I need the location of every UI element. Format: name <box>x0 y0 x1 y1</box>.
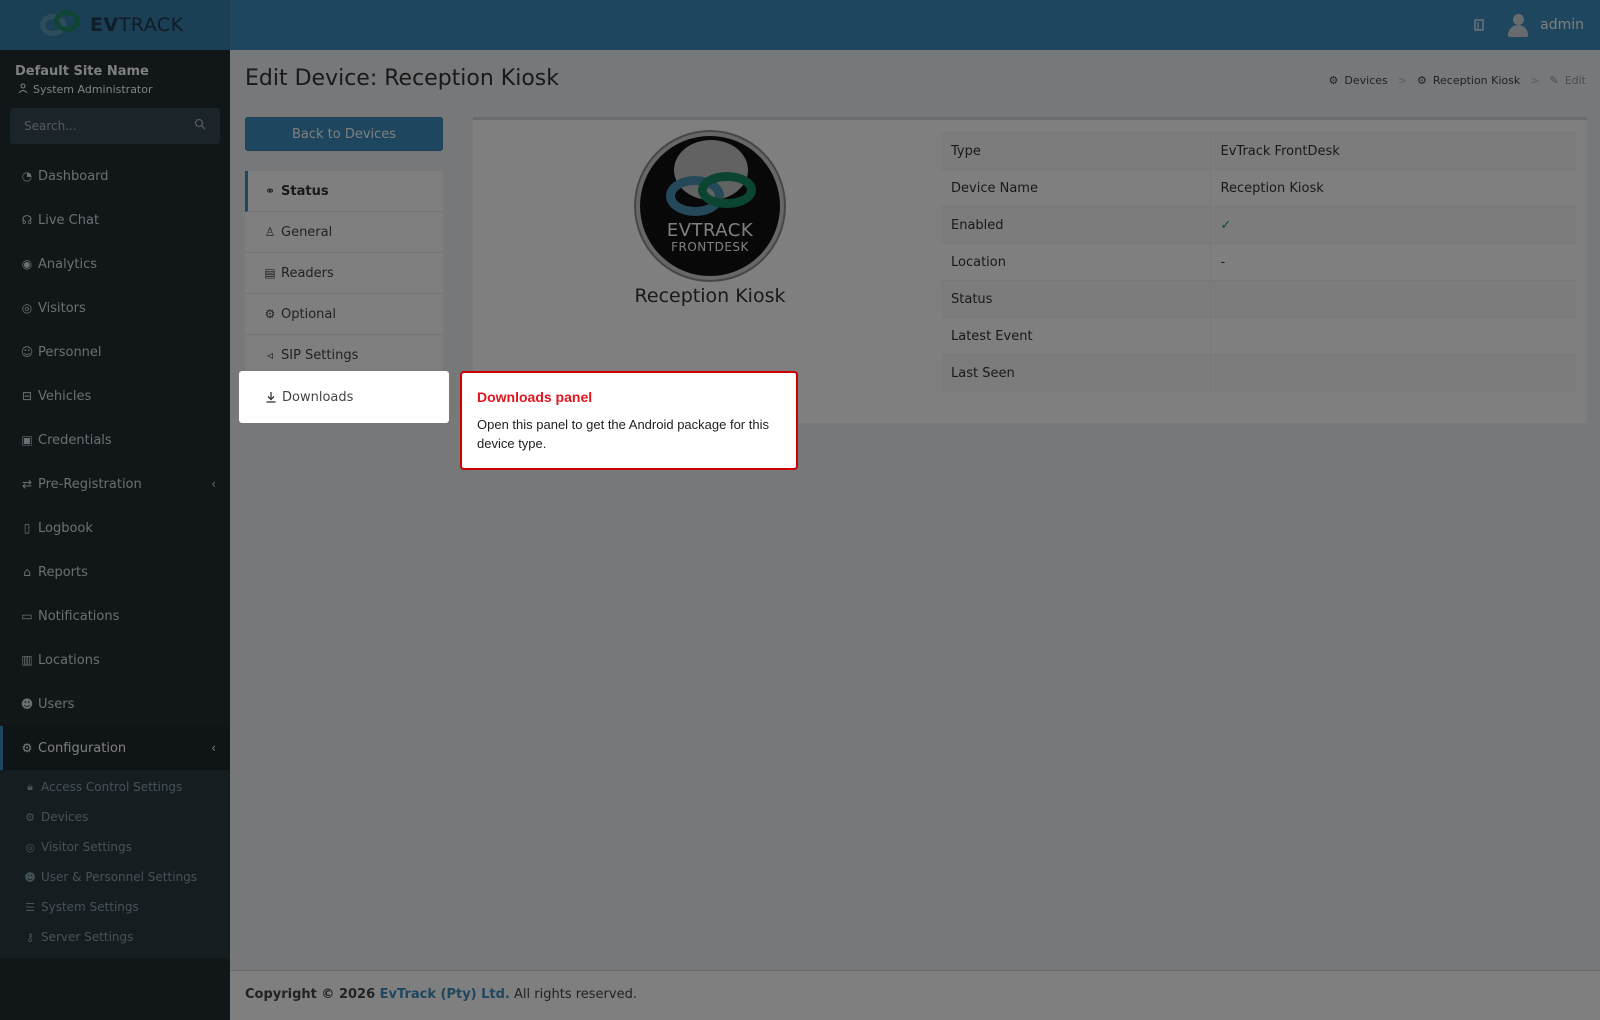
tour-overlay[interactable] <box>0 0 1600 1020</box>
tour-tooltip: Downloads panel Open this panel to get t… <box>460 371 798 470</box>
tour-highlight: Downloads <box>239 371 449 423</box>
tooltip-body: Open this panel to get the Android packa… <box>477 417 769 451</box>
download-icon <box>264 390 278 404</box>
tooltip-title: Downloads panel <box>477 389 593 405</box>
tab-downloads[interactable]: Downloads <box>244 376 444 418</box>
